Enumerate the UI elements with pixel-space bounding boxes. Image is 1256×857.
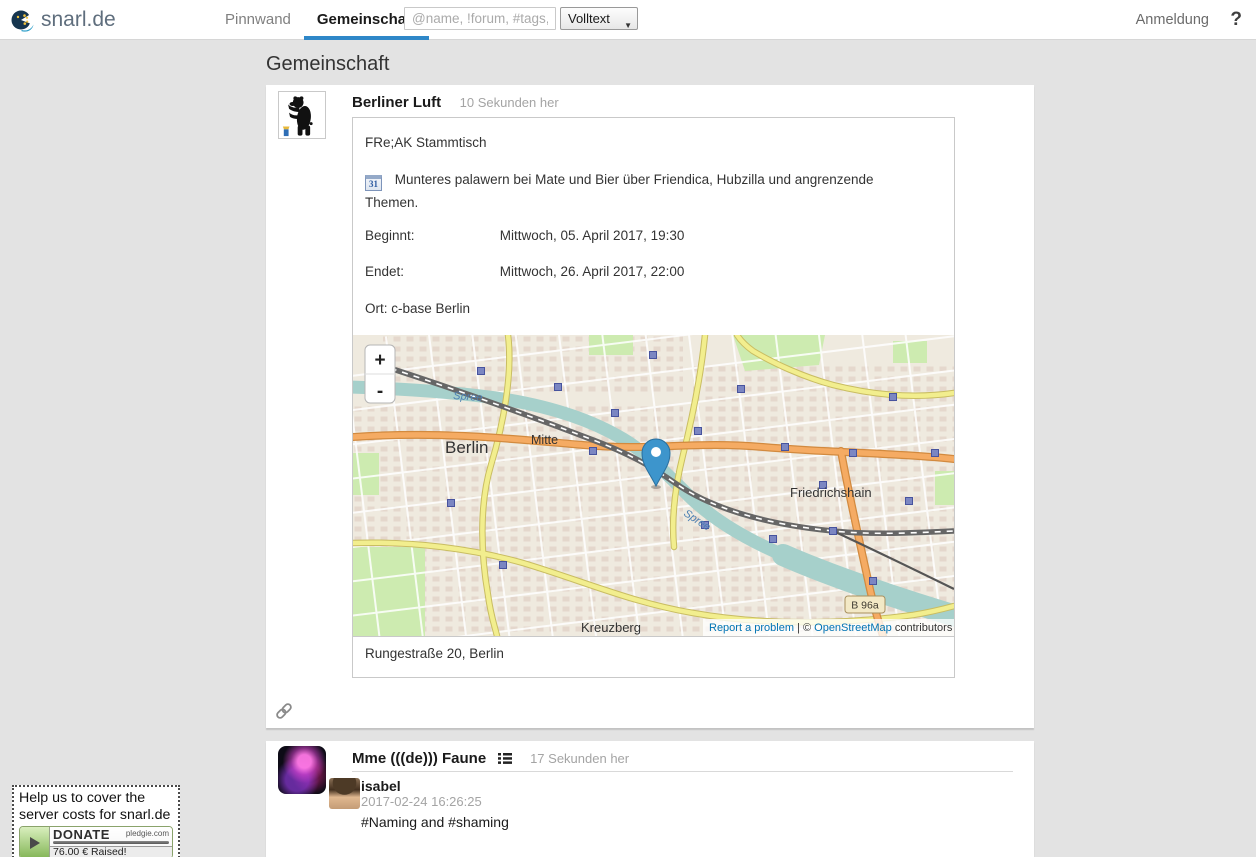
search-scope-select[interactable]: Volltext ▼ — [560, 7, 638, 30]
map[interactable]: B 96a Berlin Mitte Friedrichshain Kreuzb… — [353, 335, 954, 636]
pledgie-donate-badge[interactable]: DONATE pledgie.com 76.00 € Raised! — [19, 826, 173, 857]
event-description: 31 Munteres palawern bei Mate und Bier ü… — [365, 168, 927, 214]
shared-author-name[interactable]: isabel — [361, 778, 401, 794]
post-timestamp: 10 Sekunden her — [460, 95, 559, 110]
top-bar: snarl.de Pinnwand Gemeinschaft Volltext … — [0, 0, 1256, 40]
calendar-icon: 31 — [365, 175, 382, 191]
post-berliner-luft: Berliner Luft 10 Sekunden her FRe;AK Sta… — [266, 85, 1034, 728]
link-icon[interactable] — [275, 702, 295, 722]
pledgie-site-label: pledgie.com — [126, 829, 169, 838]
author-name[interactable]: Berliner Luft — [352, 94, 441, 111]
map-label-berlin: Berlin — [445, 438, 488, 457]
post-timestamp: 17 Sekunden her — [530, 751, 629, 766]
nav-tab-pinnwand[interactable]: Pinnwand — [212, 0, 304, 40]
svg-text:+: + — [374, 350, 385, 371]
map-label-spree-1: Spree — [453, 390, 483, 404]
post-mme-faune: Mme (((de))) Faune 17 Sekunden her isabe… — [266, 741, 1034, 857]
map-label-kreuzberg: Kreuzberg — [581, 620, 641, 635]
shared-author-avatar[interactable] — [329, 778, 360, 809]
main-nav: Pinnwand Gemeinschaft — [212, 0, 429, 40]
map-road-ref-badge: B 96a — [845, 596, 885, 613]
svg-text:Report a problem | © OpenStree: Report a problem | © OpenStreetMap contr… — [709, 622, 953, 634]
map-zoom-in-button[interactable]: + — [374, 350, 385, 371]
page: snarl.de Pinnwand Gemeinschaft Volltext … — [0, 0, 1256, 857]
event-card: FRe;AK Stammtisch 31 Munteres palawern b… — [352, 117, 955, 678]
openstreetmap-link[interactable]: OpenStreetMap — [814, 622, 892, 634]
shared-timestamp: 2017-02-24 16:26:25 — [361, 794, 482, 809]
site-name: snarl.de — [41, 8, 116, 32]
snarl-logo-icon — [10, 8, 41, 32]
event-title: FRe;AK Stammtisch — [365, 135, 487, 150]
donation-progress-bar — [53, 841, 169, 844]
page-title: Gemeinschaft — [266, 53, 389, 76]
play-icon — [20, 827, 50, 857]
site-logo[interactable]: snarl.de — [10, 0, 116, 40]
event-start-row: Beginnt: Mittwoch, 05. April 2017, 19:30 — [365, 228, 684, 243]
shared-post-text: #Naming and #shaming — [361, 814, 509, 830]
chevron-down-icon: ▼ — [624, 15, 632, 36]
svg-text:B 96a: B 96a — [851, 600, 879, 612]
map-zoom-out-button[interactable]: - — [377, 381, 383, 402]
svg-text:-: - — [377, 381, 383, 402]
donate-button-label: DONATE — [53, 827, 110, 842]
avatar[interactable] — [278, 91, 326, 139]
map-label-mitte: Mitte — [531, 433, 558, 447]
login-link[interactable]: Anmeldung — [1136, 0, 1209, 40]
event-address: Rungestraße 20, Berlin — [353, 636, 954, 677]
post-header: Berliner Luft 10 Sekunden her — [352, 94, 559, 112]
map-attribution: Report a problem | © OpenStreetMap contr… — [703, 619, 954, 636]
map-zoom-control: + - — [365, 345, 395, 403]
event-end-row: Endet: Mittwoch, 26. April 2017, 22:00 — [365, 264, 684, 279]
post-header: Mme (((de))) Faune 17 Sekunden her — [352, 750, 629, 769]
author-name[interactable]: Mme (((de))) Faune — [352, 750, 486, 767]
search-input[interactable] — [404, 7, 556, 30]
forum-list-icon — [498, 751, 512, 769]
post-header-divider — [352, 771, 1013, 772]
report-problem-link[interactable]: Report a problem — [709, 622, 794, 634]
help-icon[interactable]: ? — [1230, 0, 1242, 40]
amount-raised: 76.00 € Raised! — [50, 846, 172, 857]
event-location-row: Ort: c-base Berlin — [365, 301, 470, 316]
map-label-friedrichshain: Friedrichshain — [790, 485, 872, 500]
donation-text-line1: Help us to cover the — [19, 790, 173, 807]
donation-box: Help us to cover the server costs for sn… — [12, 785, 180, 857]
donation-text-line2: server costs for snarl.de — [19, 807, 173, 824]
avatar[interactable] — [278, 746, 326, 794]
content-area: Gemeinschaft — [0, 40, 1256, 857]
